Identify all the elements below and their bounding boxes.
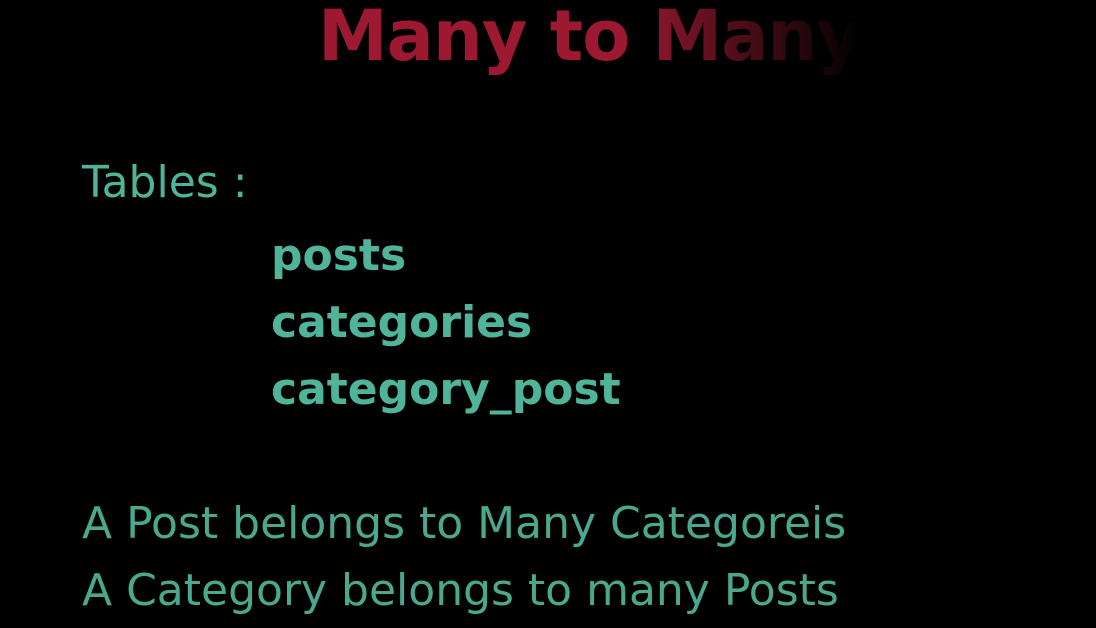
slide: Many to Many Tables : posts categories c… bbox=[0, 0, 1096, 628]
table-item-posts: posts bbox=[271, 230, 407, 281]
relation-post-categories: A Post belongs to Many Categoreis bbox=[82, 498, 847, 549]
relation-category-posts: A Category belongs to many Posts bbox=[82, 565, 839, 616]
table-list: posts categories category_post bbox=[271, 222, 621, 423]
relations-list: A Post belongs to Many Categoreis A Cate… bbox=[82, 490, 846, 624]
table-item-categories: categories bbox=[271, 297, 533, 348]
tables-label: Tables : bbox=[82, 157, 248, 208]
table-item-category-post: category_post bbox=[271, 364, 621, 415]
slide-title: Many to Many bbox=[318, 0, 862, 78]
